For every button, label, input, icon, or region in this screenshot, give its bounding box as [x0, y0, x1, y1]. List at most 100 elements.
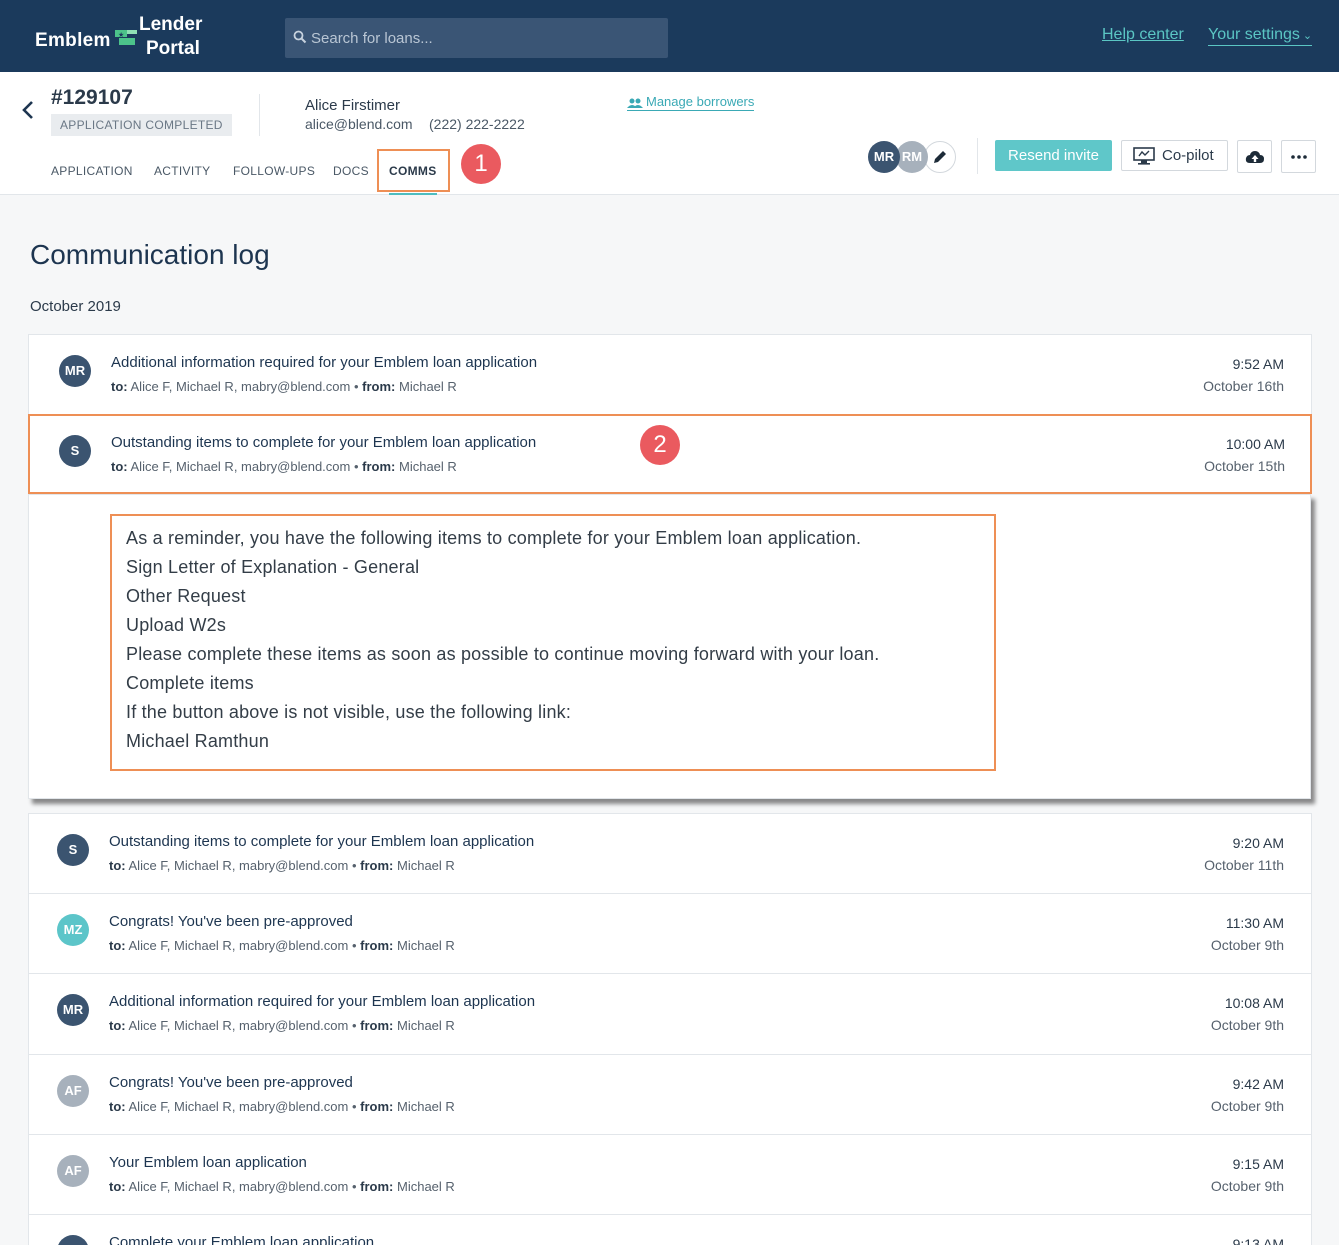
message-recipients: Alice F, Michael R, mabry@blend.com — [128, 1018, 349, 1033]
message-recipients: Alice F, Michael R, mabry@blend.com — [128, 858, 349, 873]
chevron-left-icon[interactable] — [18, 98, 38, 122]
message-row[interactable]: AF Congrats! You've been pre-approved to… — [28, 1055, 1312, 1135]
callout-number: 2 — [640, 425, 680, 465]
from-label: from: — [360, 858, 394, 873]
avatar — [57, 1235, 89, 1245]
separator: • — [351, 858, 357, 873]
avatar[interactable]: MR — [868, 141, 900, 173]
your-settings-label: Your settings — [1208, 26, 1300, 43]
message-row[interactable]: AF Your Emblem loan application to: Alic… — [28, 1135, 1312, 1215]
message-meta: to: Alice F, Michael R, mabry@blend.com … — [109, 858, 455, 873]
message-date: October 9th — [1210, 1017, 1284, 1033]
message-date: October 16th — [1203, 378, 1284, 394]
pencil-icon — [934, 151, 946, 163]
message-sender: Michael R — [399, 379, 457, 394]
separator: • — [351, 1179, 357, 1194]
message-recipients: Alice F, Michael R, mabry@blend.com — [128, 1099, 349, 1114]
message-sender: Michael R — [397, 1179, 455, 1194]
body-line: If the button above is not visible, use … — [126, 702, 572, 722]
body-line: Other Request — [126, 586, 246, 606]
cloud-upload-icon — [1245, 151, 1264, 163]
top-navigation-bar: Emblem ★ Lender Portal Help center Your … — [0, 0, 1339, 72]
from-label: from: — [360, 1018, 394, 1033]
message-subject: Outstanding items to complete for your E… — [109, 833, 535, 850]
manage-borrowers-label: Manage borrowers — [646, 94, 755, 109]
logo-lender-text: Lender — [139, 14, 203, 35]
tab-activity[interactable]: ACTIVITY — [154, 164, 210, 178]
people-icon — [627, 98, 643, 108]
month-heading: October 2019 — [30, 298, 121, 315]
avatar[interactable]: RM — [896, 141, 928, 173]
message-subject: Your Emblem loan application — [109, 1154, 307, 1171]
co-pilot-button[interactable]: Co-pilot — [1121, 140, 1228, 171]
manage-borrowers-link[interactable]: Manage borrowers — [627, 94, 755, 111]
message-date: October 9th — [1210, 1178, 1284, 1194]
co-pilot-label: Co-pilot — [1162, 147, 1214, 164]
body-line: As a reminder, you have the following it… — [126, 528, 862, 548]
message-sender: Michael R — [397, 938, 455, 953]
help-center-link[interactable]: Help center — [1102, 26, 1184, 44]
resend-invite-button[interactable]: Resend invite — [995, 140, 1112, 171]
message-row[interactable]: MZ Congrats! You've been pre-approved to… — [28, 894, 1312, 974]
message-meta: to: Alice F, Michael R, mabry@blend.com … — [111, 459, 457, 474]
callout-highlight-comms-tab — [377, 149, 450, 192]
logo-emblem-text: Emblem — [35, 30, 111, 51]
message-row[interactable]: Complete your Emblem loan application 9:… — [28, 1215, 1312, 1245]
message-date: October 11th — [1204, 857, 1284, 873]
body-line: Please complete these items as soon as p… — [126, 644, 880, 664]
message-time: 9:13 AM — [1232, 1236, 1284, 1245]
message-sender: Michael R — [399, 459, 457, 474]
message-row[interactable]: MR Additional information required for y… — [28, 974, 1312, 1054]
tab-application[interactable]: APPLICATION — [51, 164, 133, 178]
message-subject: Outstanding items to complete for your E… — [111, 434, 537, 451]
your-settings-menu[interactable]: Your settings ⌄ — [1208, 26, 1313, 46]
message-time: 11:30 AM — [1225, 915, 1284, 931]
upload-button[interactable] — [1237, 140, 1272, 173]
separator: • — [351, 1018, 357, 1033]
more-horizontal-icon — [1291, 155, 1307, 159]
loan-search-bar[interactable] — [285, 18, 668, 58]
borrower-name: Alice Firstimer — [305, 97, 401, 114]
message-subject: Complete your Emblem loan application — [109, 1234, 375, 1245]
avatar: MR — [57, 994, 89, 1026]
avatar: MZ — [57, 914, 89, 946]
tab-docs[interactable]: DOCS — [333, 164, 369, 178]
message-date: October 9th — [1210, 937, 1284, 953]
message-body: As a reminder, you have the following it… — [110, 514, 996, 771]
monitor-icon — [1133, 147, 1155, 165]
message-recipients: Alice F, Michael R, mabry@blend.com — [130, 379, 351, 394]
from-label: from: — [360, 1099, 394, 1114]
from-label: from: — [362, 459, 396, 474]
borrower-phone: (222) 222-2222 — [429, 116, 525, 132]
tab-follow-ups[interactable]: FOLLOW-UPS — [233, 164, 315, 178]
separator: • — [353, 459, 359, 474]
loan-header: #129107 APPLICATION COMPLETED Alice Firs… — [0, 72, 1339, 195]
from-label: from: — [360, 938, 394, 953]
message-meta: to: Alice F, Michael R, mabry@blend.com … — [109, 1099, 455, 1114]
chevron-down-icon: ⌄ — [1302, 30, 1313, 42]
more-options-button[interactable] — [1281, 140, 1316, 173]
message-row[interactable]: MR Additional information required for y… — [28, 334, 1312, 414]
avatar: S — [59, 435, 91, 467]
message-time: 9:42 AM — [1232, 1076, 1284, 1092]
message-recipients: Alice F, Michael R, mabry@blend.com — [128, 938, 349, 953]
to-label: to: — [109, 1018, 126, 1033]
loan-number: #129107 — [51, 86, 133, 109]
complete-items-link[interactable]: Complete items — [126, 673, 254, 694]
to-label: to: — [109, 938, 126, 953]
message-subject: Additional information required for your… — [111, 354, 538, 371]
message-subject: Congrats! You've been pre-approved — [109, 1074, 353, 1091]
separator: • — [353, 379, 359, 394]
message-sender: Michael R — [397, 858, 455, 873]
to-label: to: — [111, 459, 128, 474]
avatar: MR — [59, 355, 91, 387]
avatar: S — [57, 834, 89, 866]
message-time: 10:00 AM — [1225, 436, 1285, 452]
message-time: 9:15 AM — [1232, 1156, 1284, 1172]
search-input[interactable] — [311, 18, 661, 58]
status-badge: APPLICATION COMPLETED — [51, 114, 232, 136]
message-meta: to: Alice F, Michael R, mabry@blend.com … — [111, 379, 457, 394]
avatar: AF — [57, 1075, 89, 1107]
message-row[interactable]: S Outstanding items to complete for your… — [28, 813, 1312, 893]
edit-team-button[interactable] — [924, 141, 956, 173]
